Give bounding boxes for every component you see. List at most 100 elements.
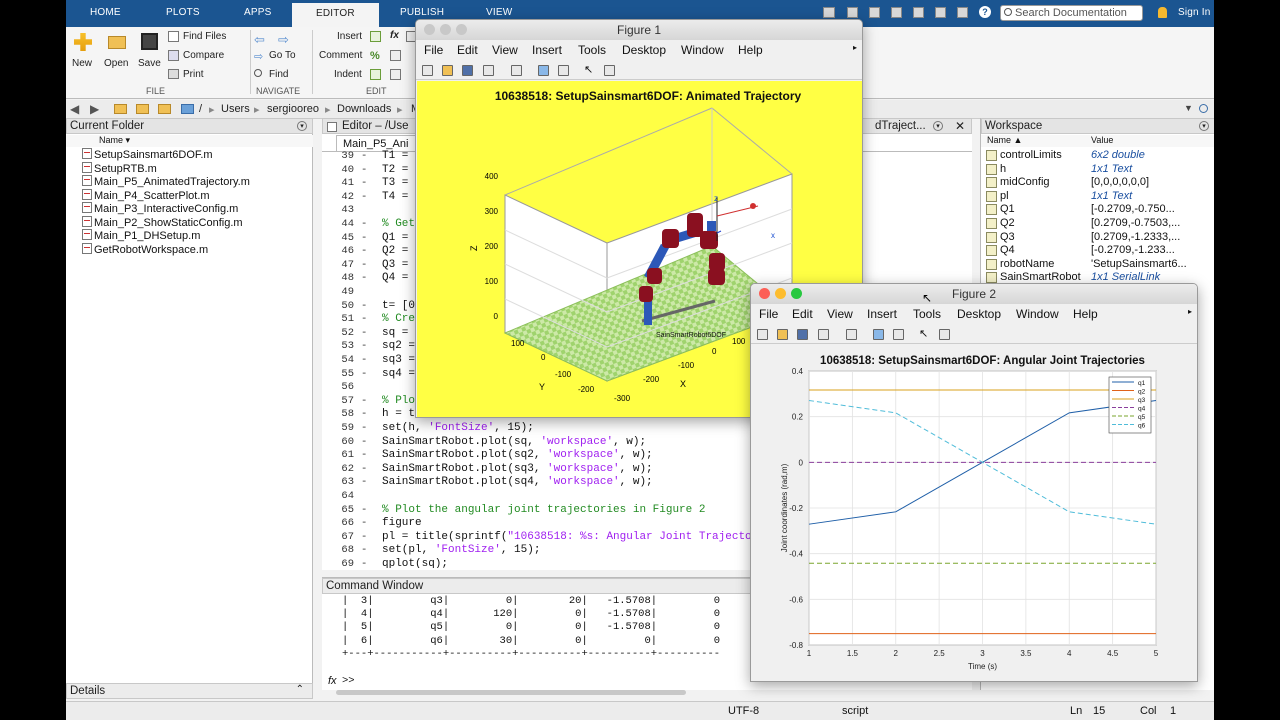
chevron-up-icon[interactable]: ⌃ <box>296 684 304 695</box>
breakpoint-gutter[interactable]: - <box>361 408 367 420</box>
recent-folder-icon[interactable] <box>158 104 171 114</box>
variable-name[interactable]: Q1 <box>1000 203 1015 215</box>
code-line[interactable]: qplot(sq); <box>382 558 448 568</box>
link-plot-icon[interactable] <box>511 65 522 76</box>
breakpoint-gutter[interactable]: - <box>361 177 367 189</box>
find-files-button[interactable]: Find Files <box>168 30 244 44</box>
zoom-dot-icon[interactable] <box>791 288 802 299</box>
print-figure-icon[interactable] <box>818 329 829 340</box>
redo-icon[interactable] <box>935 7 946 18</box>
code-line[interactable]: pl = title(sprintf("10638518: %s: Angula… <box>382 531 771 543</box>
menu-desktop[interactable]: Desktop <box>957 307 1001 321</box>
breadcrumb-downloads[interactable]: Downloads <box>337 103 391 115</box>
name-column-header[interactable]: Name ▾ <box>99 135 130 146</box>
file-item[interactable]: Main_P4_ScatterPlot.m <box>82 188 210 202</box>
variable-value[interactable]: [0.2709,-0.7503,... <box>1091 217 1213 229</box>
breakpoint-gutter[interactable]: - <box>361 150 367 162</box>
breakpoint-gutter[interactable]: - <box>361 272 367 284</box>
variable-name[interactable]: Q3 <box>1000 231 1015 243</box>
breakpoint-gutter[interactable]: - <box>361 300 367 312</box>
search-folder-icon[interactable] <box>1199 104 1208 113</box>
indent-icon[interactable] <box>390 69 401 80</box>
tab-publish[interactable]: PUBLISH <box>400 7 444 18</box>
breadcrumb-sergiooreo[interactable]: sergiooreo <box>267 103 319 115</box>
menu-file[interactable]: File <box>424 43 443 57</box>
file-item[interactable]: SetupSainsmart6DOF.m <box>82 148 213 161</box>
path-dropdown-icon[interactable]: ▼ <box>1184 103 1193 113</box>
print-figure-icon[interactable] <box>483 65 494 76</box>
panel-menu-icon[interactable]: ▾ <box>1199 121 1209 131</box>
up-folder-icon[interactable] <box>114 104 127 114</box>
code-line[interactable]: SainSmartRobot.plot(sq3, 'workspace', w)… <box>382 463 653 475</box>
breakpoint-gutter[interactable]: - <box>361 436 367 448</box>
variable-name[interactable]: midConfig <box>1000 176 1050 188</box>
figure-2-titlebar[interactable]: Figure 2 <box>751 284 1197 304</box>
browse-folder-icon[interactable] <box>136 104 149 114</box>
variable-name[interactable]: robotName <box>1000 258 1054 270</box>
breakpoint-gutter[interactable]: - <box>361 504 367 516</box>
insert-colorbar-icon[interactable] <box>538 65 549 76</box>
menu-overflow-icon[interactable]: ▸ <box>853 43 857 52</box>
code-line[interactable]: SainSmartRobot.plot(sq2, 'workspace', w)… <box>382 449 653 461</box>
pointer-icon[interactable]: ↖ <box>584 65 595 76</box>
panel-menu-icon[interactable]: ▾ <box>297 121 307 131</box>
file-item[interactable]: Main_P3_InteractiveConfig.m <box>82 202 238 215</box>
forward-arrow-icon[interactable]: ⇨ <box>278 32 289 48</box>
breakpoint-gutter[interactable]: - <box>361 558 367 568</box>
forward-icon[interactable]: ▶ <box>90 102 99 116</box>
menu-window[interactable]: Window <box>1016 307 1059 321</box>
name-column-header[interactable]: Name ▲ <box>987 135 1022 145</box>
menu-tools[interactable]: Tools <box>913 307 941 321</box>
breadcrumb-users[interactable]: Users <box>221 103 250 115</box>
breakpoint-gutter[interactable]: - <box>361 313 367 325</box>
figure-1-titlebar[interactable]: Figure 1 <box>416 20 862 40</box>
breakpoint-gutter[interactable]: - <box>361 449 367 461</box>
breakpoint-gutter[interactable]: - <box>361 245 367 257</box>
save-figure-icon[interactable] <box>462 65 473 76</box>
notification-bell-icon[interactable] <box>1158 7 1167 18</box>
variable-value[interactable]: 'SetupSainsmart6... <box>1091 258 1213 270</box>
insert-colorbar-icon[interactable] <box>873 329 884 340</box>
variable-name[interactable]: Q4 <box>1000 244 1015 256</box>
open-file-icon[interactable] <box>777 329 788 340</box>
menu-insert[interactable]: Insert <box>532 43 562 57</box>
sign-in-link[interactable]: Sign In <box>1178 7 1211 18</box>
help-icon[interactable]: ? <box>979 6 991 18</box>
menu-window[interactable]: Window <box>681 43 724 57</box>
variable-value[interactable]: [0.2709,-1.2333,... <box>1091 231 1213 243</box>
breakpoint-gutter[interactable]: - <box>361 517 367 529</box>
compare-button[interactable]: Compare <box>168 49 244 63</box>
code-line[interactable]: set(pl, 'FontSize', 15); <box>382 544 540 556</box>
code-line[interactable]: SainSmartRobot.plot(sq4, 'workspace', w)… <box>382 476 653 488</box>
variable-value[interactable]: [-0.2709,-1.233... <box>1091 244 1213 256</box>
search-documentation-input[interactable]: Search Documentation <box>1000 5 1143 21</box>
variable-name[interactable]: h <box>1000 163 1006 175</box>
undo-icon[interactable] <box>913 7 924 18</box>
breakpoint-gutter[interactable]: - <box>361 340 367 352</box>
file-item[interactable]: Main_P2_ShowStaticConfig.m <box>82 215 243 229</box>
close-dot-icon[interactable] <box>424 24 435 35</box>
menu-help[interactable]: Help <box>1073 307 1098 321</box>
file-item[interactable]: SetupRTB.m <box>82 161 157 175</box>
save-button[interactable]: Save <box>138 33 164 83</box>
minimize-dot-icon[interactable] <box>775 288 786 299</box>
breakpoint-gutter[interactable]: - <box>361 463 367 475</box>
joint-trajectories-chart[interactable]: 1 1.5 2 2.5 3 3.5 4 4.5 5 0.4 0.2 0 -0.2 -0.4 -0.6 -0.8… <box>752 345 1198 682</box>
smart-indent-icon[interactable] <box>370 69 381 80</box>
breakpoint-gutter[interactable]: - <box>361 395 367 407</box>
value-column-header[interactable]: Value <box>1091 135 1113 145</box>
menu-view[interactable]: View <box>827 307 853 321</box>
menu-edit[interactable]: Edit <box>792 307 813 321</box>
tab-apps[interactable]: APPS <box>244 7 271 18</box>
switch-windows-icon[interactable] <box>957 7 968 18</box>
variable-name[interactable]: SainSmartRobot <box>1000 271 1081 283</box>
menu-desktop[interactable]: Desktop <box>622 43 666 57</box>
breakpoint-gutter[interactable]: - <box>361 368 367 380</box>
breakpoint-gutter[interactable]: - <box>361 327 367 339</box>
breakpoint-gutter[interactable]: - <box>361 544 367 556</box>
menu-edit[interactable]: Edit <box>457 43 478 57</box>
breadcrumb-root[interactable]: / <box>199 103 202 115</box>
tab-home[interactable]: HOME <box>90 7 121 18</box>
breakpoint-gutter[interactable]: - <box>361 259 367 271</box>
breakpoint-gutter[interactable]: - <box>361 164 367 176</box>
